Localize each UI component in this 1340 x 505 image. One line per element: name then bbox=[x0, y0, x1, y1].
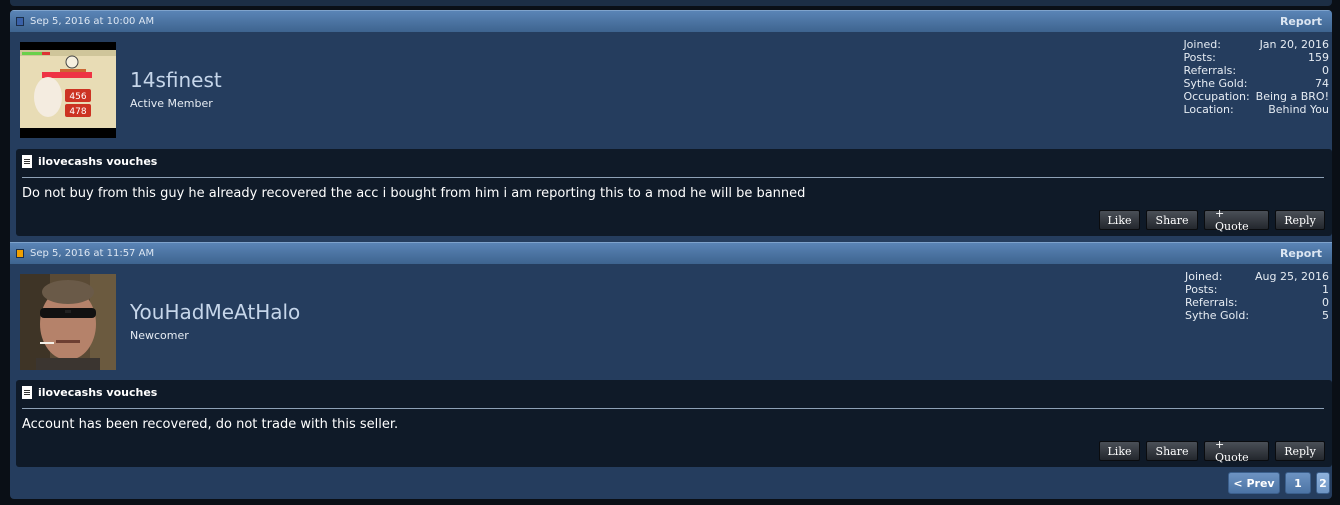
message-title-text: ilovecashs vouches bbox=[38, 386, 158, 399]
quote-button[interactable]: + Quote bbox=[1204, 438, 1269, 464]
page-1-button[interactable]: 1 bbox=[1285, 472, 1311, 494]
page-2-current[interactable]: 2 bbox=[1316, 472, 1330, 494]
info-value-location: Behind You bbox=[1268, 103, 1329, 116]
like-button[interactable]: Like bbox=[1099, 441, 1140, 461]
message-title-text: ilovecashs vouches bbox=[38, 155, 158, 168]
report-link[interactable]: Report bbox=[1280, 247, 1322, 260]
username[interactable]: 14sfinest bbox=[130, 68, 222, 92]
post-2: Sep 5, 2016 at 11:57 AM Report YouHadMeA… bbox=[10, 242, 1332, 472]
message-box: ilovecashs vouches Account has been reco… bbox=[16, 380, 1332, 467]
message-title: ilovecashs vouches bbox=[22, 155, 157, 168]
pagination: < Prev 1 2 bbox=[1228, 472, 1330, 494]
username[interactable]: YouHadMeAtHalo bbox=[130, 300, 300, 324]
info-value-joined: Aug 25, 2016 bbox=[1255, 270, 1329, 283]
message-divider bbox=[22, 408, 1324, 409]
avatar[interactable] bbox=[20, 274, 116, 370]
info-value-posts: 1 bbox=[1322, 283, 1329, 296]
post-date: Sep 5, 2016 at 10:00 AM bbox=[30, 16, 155, 27]
info-value-referrals: 0 bbox=[1322, 296, 1329, 309]
message-title: ilovecashs vouches bbox=[22, 386, 157, 399]
report-link[interactable]: Report bbox=[1280, 15, 1322, 28]
quote-button[interactable]: + Quote bbox=[1204, 207, 1269, 233]
avatar-hit-number-1: 456 bbox=[69, 92, 86, 102]
post-read-icon bbox=[16, 17, 24, 26]
info-value-joined: Jan 20, 2016 bbox=[1259, 38, 1329, 51]
document-icon bbox=[22, 155, 32, 168]
prev-page-button[interactable]: < Prev bbox=[1228, 472, 1280, 494]
post-new-icon bbox=[16, 249, 24, 258]
info-value-sythe-gold: 5 bbox=[1322, 309, 1329, 322]
post-header: Sep 5, 2016 at 11:57 AM Report bbox=[10, 242, 1332, 264]
post-actions: Like Share + Quote Reply bbox=[1099, 207, 1325, 233]
message-box: ilovecashs vouches Do not buy from this … bbox=[16, 149, 1332, 236]
user-title: Newcomer bbox=[130, 329, 189, 342]
user-title: Active Member bbox=[130, 97, 213, 110]
post-date: Sep 5, 2016 at 11:57 AM bbox=[30, 248, 155, 259]
avatar-hit-number-2: 478 bbox=[69, 107, 86, 117]
info-value-referrals: 0 bbox=[1322, 64, 1329, 77]
info-value-occupation: Being a BRO! bbox=[1255, 90, 1329, 103]
post-date-wrap: Sep 5, 2016 at 11:57 AM bbox=[16, 248, 154, 259]
info-label: Occupation: bbox=[1183, 90, 1250, 103]
user-info-bar: 456 478 14sfinest Active Member Joined: J… bbox=[10, 32, 1332, 138]
avatar[interactable]: 456 478 bbox=[20, 42, 116, 138]
info-value-sythe-gold: 74 bbox=[1315, 77, 1329, 90]
message-divider bbox=[22, 177, 1324, 178]
post-actions: Like Share + Quote Reply bbox=[1099, 438, 1325, 464]
info-label: Joined: bbox=[1184, 270, 1223, 283]
avatar-image bbox=[20, 274, 116, 370]
avatar-image: 456 478 bbox=[20, 42, 116, 138]
user-info-table: Joined: Jan 20, 2016 Posts: 159 Referrals:… bbox=[1183, 38, 1329, 116]
message-text: Do not buy from this guy he already reco… bbox=[22, 186, 806, 201]
info-label: Sythe Gold: bbox=[1184, 309, 1250, 322]
document-icon bbox=[22, 386, 32, 399]
info-label: Sythe Gold: bbox=[1183, 77, 1248, 90]
info-label: Joined: bbox=[1183, 38, 1221, 51]
info-label: Posts: bbox=[1184, 283, 1218, 296]
user-info-bar: YouHadMeAtHalo Newcomer Joined: Aug 25, 2… bbox=[10, 264, 1332, 370]
info-label: Posts: bbox=[1183, 51, 1216, 64]
message-text: Account has been recovered, do not trade… bbox=[22, 417, 399, 432]
post-1: Sep 5, 2016 at 10:00 AM Report 456 478 1… bbox=[10, 10, 1332, 241]
previous-post-bottom bbox=[10, 0, 1332, 6]
user-info-table: Joined: Aug 25, 2016 Posts: 1 Referrals: 0 … bbox=[1185, 270, 1329, 322]
thread-container: Sep 5, 2016 at 10:00 AM Report 456 478 1… bbox=[10, 10, 1332, 499]
share-button[interactable]: Share bbox=[1146, 210, 1198, 230]
info-value-posts: 159 bbox=[1308, 51, 1329, 64]
reply-button[interactable]: Reply bbox=[1275, 441, 1325, 461]
share-button[interactable]: Share bbox=[1146, 441, 1198, 461]
info-label: Location: bbox=[1183, 103, 1234, 116]
post-header: Sep 5, 2016 at 10:00 AM Report bbox=[10, 10, 1332, 32]
like-button[interactable]: Like bbox=[1099, 210, 1140, 230]
post-date-wrap: Sep 5, 2016 at 10:00 AM bbox=[16, 16, 154, 27]
reply-button[interactable]: Reply bbox=[1275, 210, 1325, 230]
info-label: Referrals: bbox=[1184, 296, 1238, 309]
info-label: Referrals: bbox=[1183, 64, 1237, 77]
